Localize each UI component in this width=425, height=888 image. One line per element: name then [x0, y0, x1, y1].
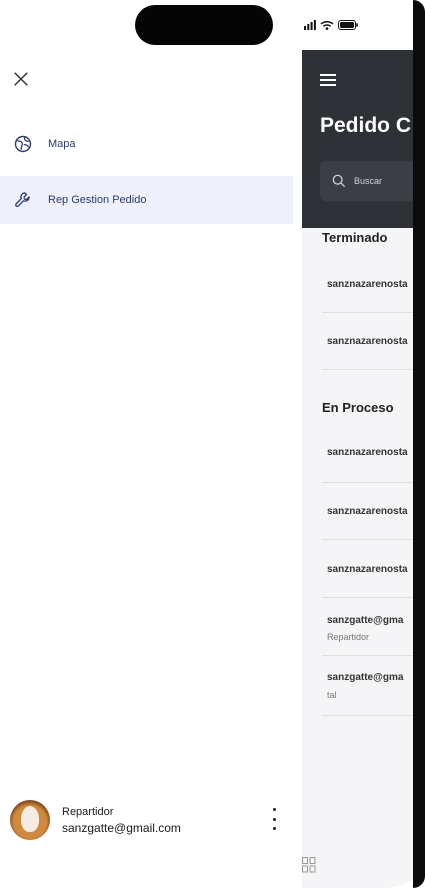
user-role: Repartidor	[62, 805, 114, 818]
list-item[interactable]: sanznazarenosta	[322, 542, 425, 598]
page-title: Pedido C	[320, 114, 412, 137]
user-account[interactable]: Repartidor sanzgatte@gmail.com	[10, 798, 290, 842]
hamburger-icon[interactable]	[320, 74, 336, 86]
avatar	[10, 800, 50, 840]
drawer-item-label: Mapa	[48, 138, 76, 150]
list-item-title: sanznazarenosta	[327, 279, 408, 290]
list-item[interactable]: sanznazarenosta	[322, 257, 425, 313]
close-icon[interactable]	[8, 66, 34, 92]
app-preview: Pedido C Buscar Terminado sanznazarenost…	[302, 0, 425, 888]
search-placeholder: Buscar	[354, 176, 383, 186]
list-item-title: sanznazarenosta	[327, 447, 408, 458]
section-title-terminado: Terminado	[322, 230, 388, 245]
list-item-subtitle: tal	[327, 690, 337, 700]
list-item[interactable]: sanznazarenosta	[322, 427, 425, 483]
drawer-item-label: Rep Gestion Pedido	[48, 194, 147, 206]
grid-icon[interactable]	[302, 857, 316, 873]
device-bezel	[413, 0, 425, 888]
navigation-drawer: Mapa Rep Gestion Pedido Repartidor sanzg…	[0, 0, 293, 888]
battery-icon	[338, 20, 358, 30]
list-item-title: sanznazarenosta	[327, 336, 408, 347]
drawer-item-rep-gestion-pedido[interactable]: Rep Gestion Pedido	[0, 176, 293, 224]
list-item[interactable]: sanzgatte@gma Repartidor	[322, 600, 425, 656]
list-item[interactable]: sanznazarenosta	[322, 484, 425, 540]
status-bar	[302, 0, 425, 50]
section-title-en-proceso: En Proceso	[322, 400, 394, 415]
search-input[interactable]: Buscar	[320, 161, 425, 201]
list-item-title: sanzgatte@gma	[327, 615, 404, 626]
app-header: Pedido C Buscar	[302, 50, 425, 228]
search-icon	[332, 174, 346, 188]
list-item[interactable]: sanznazarenosta	[322, 314, 425, 370]
list-item-title: sanznazarenosta	[327, 564, 408, 575]
list-item-title: sanzgatte@gma	[327, 672, 404, 683]
wifi-icon	[320, 20, 334, 30]
drawer-item-mapa[interactable]: Mapa	[0, 120, 293, 168]
list-item-subtitle: Repartidor	[327, 632, 370, 642]
list-item[interactable]: sanzgatte@gma tal	[322, 660, 425, 716]
user-email: sanzgatte@gmail.com	[62, 820, 181, 835]
wrench-icon	[12, 189, 34, 211]
list-item-title: sanznazarenosta	[327, 506, 408, 517]
signal-icon	[304, 20, 316, 30]
camera-notch	[135, 5, 273, 45]
more-options-icon[interactable]	[265, 808, 283, 830]
globe-icon	[12, 133, 34, 155]
